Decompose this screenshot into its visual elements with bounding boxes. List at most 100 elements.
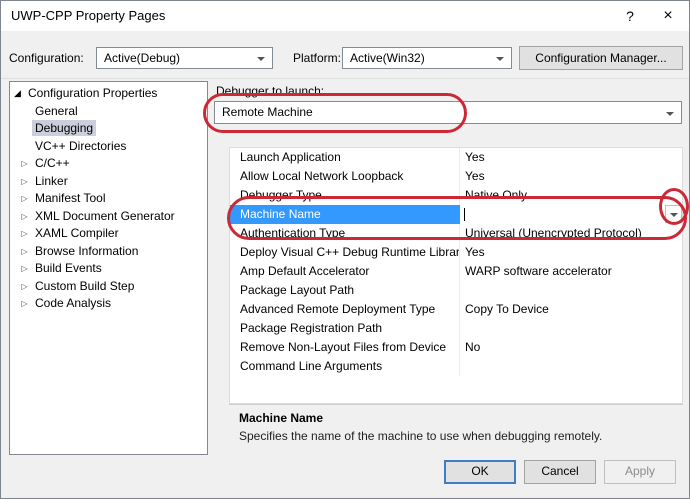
property-name: Package Registration Path xyxy=(230,319,460,338)
property-row[interactable]: Deploy Visual C++ Debug Runtime Librarie… xyxy=(230,243,682,262)
tree-item-custom-build-step[interactable]: ▷ Custom Build Step xyxy=(10,278,207,296)
collapsed-arrow-icon[interactable]: ▷ xyxy=(19,243,30,261)
cancel-button[interactable]: Cancel xyxy=(524,460,596,484)
property-row-machine-name[interactable]: Machine Name xyxy=(230,205,682,224)
ok-button[interactable]: OK xyxy=(444,460,516,484)
collapsed-arrow-icon[interactable]: ▷ xyxy=(19,260,30,278)
chevron-down-icon xyxy=(257,57,265,61)
tree-item-label: Linker xyxy=(32,173,71,189)
description-title: Machine Name xyxy=(239,411,323,425)
close-button[interactable]: × xyxy=(651,1,685,31)
tree-item-label: Manifest Tool xyxy=(32,190,108,206)
tree-item-vcpp-directories[interactable]: VC++ Directories xyxy=(10,138,207,156)
title-bar[interactable]: UWP-CPP Property Pages ? × xyxy=(1,1,689,31)
configuration-manager-button[interactable]: Configuration Manager... xyxy=(519,46,683,70)
property-row[interactable]: Authentication Type Universal (Unencrypt… xyxy=(230,224,682,243)
tree-item-linker[interactable]: ▷ Linker xyxy=(10,173,207,191)
property-name: Authentication Type xyxy=(230,224,460,243)
property-row[interactable]: Debugger Type Native Only xyxy=(230,186,682,205)
property-name: Launch Application xyxy=(230,148,460,167)
property-grid: Launch Application Yes Allow Local Netwo… xyxy=(229,147,683,404)
property-value[interactable]: Native Only xyxy=(460,186,682,205)
tree-item-build-events[interactable]: ▷ Build Events xyxy=(10,260,207,278)
tree-item-label: C/C++ xyxy=(32,155,73,171)
property-row[interactable]: Amp Default Accelerator WARP software ac… xyxy=(230,262,682,281)
property-value[interactable]: Copy To Device xyxy=(460,300,682,319)
collapsed-arrow-icon[interactable]: ▷ xyxy=(19,295,30,313)
property-name: Advanced Remote Deployment Type xyxy=(230,300,460,319)
tree-item-label: General xyxy=(32,103,81,119)
tree-item-label: Browse Information xyxy=(32,243,141,259)
collapsed-arrow-icon[interactable]: ▷ xyxy=(19,173,30,191)
property-value[interactable]: Yes xyxy=(460,148,682,167)
property-row[interactable]: Package Layout Path xyxy=(230,281,682,300)
tree-item-general[interactable]: General xyxy=(10,103,207,121)
chevron-down-icon xyxy=(670,213,678,217)
property-name: Debugger Type xyxy=(230,186,460,205)
configuration-dropdown-value: Active(Debug) xyxy=(104,51,180,65)
window-title: UWP-CPP Property Pages xyxy=(11,8,165,23)
description-panel: Machine Name Specifies the name of the m… xyxy=(229,404,683,454)
tree-item-label: Debugging xyxy=(32,120,96,136)
tree-item-browse-information[interactable]: ▷ Browse Information xyxy=(10,243,207,261)
collapsed-arrow-icon[interactable]: ▷ xyxy=(19,190,30,208)
property-name: Command Line Arguments xyxy=(230,357,460,376)
apply-button: Apply xyxy=(604,460,676,484)
tree-item-label: XML Document Generator xyxy=(32,208,178,224)
debugger-dropdown-value: Remote Machine xyxy=(222,105,313,119)
property-value[interactable]: Yes xyxy=(460,243,682,262)
property-row[interactable]: Package Registration Path xyxy=(230,319,682,338)
platform-dropdown-value: Active(Win32) xyxy=(350,51,425,65)
tree-item-label: XAML Compiler xyxy=(32,225,122,241)
debugger-dropdown[interactable]: Remote Machine xyxy=(214,101,682,124)
property-row[interactable]: Advanced Remote Deployment Type Copy To … xyxy=(230,300,682,319)
property-name: Package Layout Path xyxy=(230,281,460,300)
property-value[interactable]: Universal (Unencrypted Protocol) xyxy=(460,224,682,243)
collapsed-arrow-icon[interactable]: ▷ xyxy=(19,155,30,173)
property-row[interactable]: Launch Application Yes xyxy=(230,148,682,167)
property-row[interactable]: Remove Non-Layout Files from Device No xyxy=(230,338,682,357)
configuration-tree: ◢ Configuration Properties General Debug… xyxy=(9,81,208,455)
tree-item-code-analysis[interactable]: ▷ Code Analysis xyxy=(10,295,207,313)
property-value[interactable] xyxy=(460,281,682,300)
property-value[interactable] xyxy=(460,357,682,376)
property-value[interactable]: No xyxy=(460,338,682,357)
debugger-to-launch-label: Debugger to launch: xyxy=(216,84,324,98)
chevron-down-icon xyxy=(666,112,674,116)
collapsed-arrow-icon[interactable]: ▷ xyxy=(19,225,30,243)
property-value[interactable] xyxy=(460,319,682,338)
chevron-down-icon xyxy=(496,57,504,61)
tree-item-label: Code Analysis xyxy=(32,295,114,311)
property-value[interactable]: WARP software accelerator xyxy=(460,262,682,281)
tree-item-xml-document-generator[interactable]: ▷ XML Document Generator xyxy=(10,208,207,226)
collapsed-arrow-icon[interactable]: ▷ xyxy=(19,278,30,296)
property-row[interactable]: Command Line Arguments xyxy=(230,357,682,376)
tree-item-label: VC++ Directories xyxy=(32,138,129,154)
tree-item-c-cpp[interactable]: ▷ C/C++ xyxy=(10,155,207,173)
machine-name-dropdown-button[interactable] xyxy=(665,205,682,223)
platform-dropdown[interactable]: Active(Win32) xyxy=(342,47,512,69)
property-name: Deploy Visual C++ Debug Runtime Librarie xyxy=(230,243,460,262)
tree-item-configuration-properties[interactable]: ◢ Configuration Properties xyxy=(10,85,207,103)
platform-label: Platform: xyxy=(293,51,341,65)
separator-line xyxy=(1,78,690,79)
property-value[interactable]: Yes xyxy=(460,167,682,186)
machine-name-edit-cell[interactable] xyxy=(460,205,682,224)
expanded-arrow-icon[interactable]: ◢ xyxy=(12,85,23,103)
property-name: Allow Local Network Loopback xyxy=(230,167,460,186)
property-row[interactable]: Allow Local Network Loopback Yes xyxy=(230,167,682,186)
property-name: Amp Default Accelerator xyxy=(230,262,460,281)
property-name: Machine Name xyxy=(230,205,460,224)
tree-item-debugging[interactable]: Debugging xyxy=(10,120,207,138)
collapsed-arrow-icon[interactable]: ▷ xyxy=(19,208,30,226)
help-button[interactable]: ? xyxy=(613,1,647,31)
tree-item-xaml-compiler[interactable]: ▷ XAML Compiler xyxy=(10,225,207,243)
tree-item-manifest-tool[interactable]: ▷ Manifest Tool xyxy=(10,190,207,208)
tree-item-label: Configuration Properties xyxy=(25,85,160,101)
configuration-label: Configuration: xyxy=(9,51,84,65)
description-text: Specifies the name of the machine to use… xyxy=(239,429,602,443)
configuration-dropdown[interactable]: Active(Debug) xyxy=(96,47,273,69)
property-name: Remove Non-Layout Files from Device xyxy=(230,338,460,357)
tree-item-label: Build Events xyxy=(32,260,105,276)
property-pages-dialog: UWP-CPP Property Pages ? × Configuration… xyxy=(0,0,690,499)
